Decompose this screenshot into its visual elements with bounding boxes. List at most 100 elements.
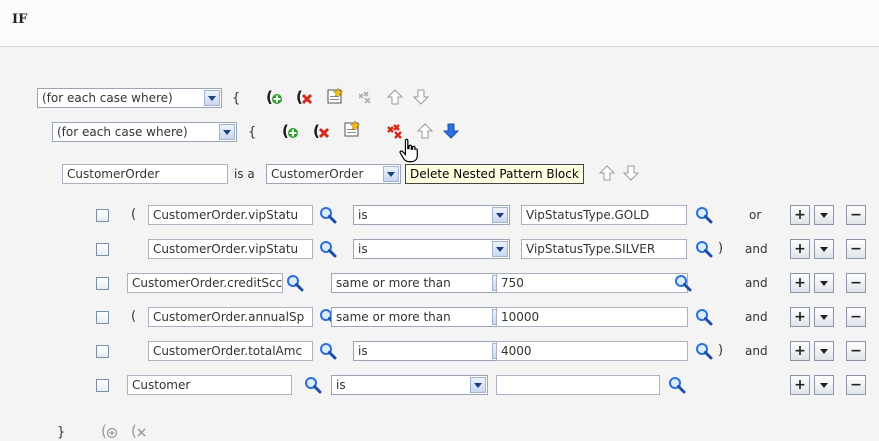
delete-parenthesis-icon[interactable] <box>295 88 313 106</box>
condition-field-value: CustomerOrder.vipStatu <box>153 242 299 256</box>
add-condition-button[interactable]: + <box>790 239 810 259</box>
pattern-type-select[interactable]: CustomerOrder <box>266 164 401 184</box>
magnifier-icon[interactable] <box>695 206 713 224</box>
condition-operator-value: same or more than <box>336 310 451 324</box>
caret-down-icon <box>820 247 828 252</box>
outer-block-mode-select[interactable]: (for each case where) <box>37 88 222 108</box>
arrow-down-icon[interactable] <box>442 122 460 140</box>
condition-field-value: CustomerOrder.creditScc <box>132 276 283 290</box>
condition-operator-select[interactable]: is <box>353 205 510 225</box>
condition-operator-select[interactable]: is <box>353 341 510 361</box>
magnifier-icon[interactable] <box>319 342 337 360</box>
caret-down-icon <box>820 281 828 286</box>
condition-value-input[interactable]: 750 <box>496 273 688 293</box>
pattern-variable-value: CustomerOrder <box>67 167 160 181</box>
add-parenthesis-icon[interactable] <box>265 88 283 106</box>
conjunction-label[interactable]: or <box>749 208 761 222</box>
magnifier-icon[interactable] <box>695 240 713 258</box>
condition-checkbox[interactable] <box>96 311 109 324</box>
chevron-down-icon[interactable] <box>492 207 508 223</box>
add-parenthesis-icon[interactable] <box>281 122 299 140</box>
chevron-down-icon[interactable] <box>219 124 235 140</box>
magnifier-icon[interactable] <box>695 342 713 360</box>
inner-block-mode-value: (for each case where) <box>57 125 188 139</box>
remove-condition-button[interactable]: − <box>846 273 866 293</box>
condition-checkbox[interactable] <box>96 243 109 256</box>
condition-field-input[interactable]: CustomerOrder.vipStatu <box>148 239 313 259</box>
condition-value-text: 4000 <box>501 344 532 358</box>
condition-value-input[interactable]: 4000 <box>496 341 688 361</box>
remove-condition-button[interactable]: − <box>846 307 866 327</box>
remove-condition-button[interactable]: − <box>846 341 866 361</box>
condition-value-input[interactable]: VipStatusType.SILVER <box>521 239 687 259</box>
add-condition-label: + <box>794 275 806 291</box>
add-condition-button[interactable]: + <box>790 273 810 293</box>
remove-condition-button[interactable]: − <box>846 239 866 259</box>
new-nested-block-icon[interactable] <box>343 120 361 138</box>
condition-checkbox[interactable] <box>96 277 109 290</box>
magnifier-icon[interactable] <box>304 376 322 394</box>
add-condition-button[interactable]: + <box>790 375 810 395</box>
condition-operator-select[interactable]: same or more than <box>331 307 510 327</box>
remove-condition-button[interactable]: − <box>846 205 866 225</box>
pattern-type-value: CustomerOrder <box>271 167 364 181</box>
remove-condition-label: − <box>850 309 862 325</box>
chevron-down-icon[interactable] <box>470 377 486 393</box>
remove-condition-label: − <box>850 207 862 223</box>
condition-menu-button[interactable] <box>814 341 834 361</box>
arrow-up-icon[interactable] <box>386 88 404 106</box>
add-condition-button[interactable]: + <box>790 307 810 327</box>
condition-field-value: CustomerOrder.annualSp <box>153 310 305 324</box>
condition-value-input[interactable]: VipStatusType.GOLD <box>521 205 687 225</box>
condition-value-input[interactable] <box>496 375 660 395</box>
condition-menu-button[interactable] <box>814 307 834 327</box>
condition-menu-button[interactable] <box>814 239 834 259</box>
magnifier-icon[interactable] <box>286 274 304 292</box>
tooltip: Delete Nested Pattern Block <box>405 164 584 184</box>
conjunction-label[interactable]: and <box>745 310 768 324</box>
add-parenthesis-icon[interactable] <box>100 422 118 440</box>
conjunction-label[interactable]: and <box>745 242 768 256</box>
condition-operator-select[interactable]: is <box>353 239 510 259</box>
add-condition-label: + <box>794 207 806 223</box>
remove-condition-label: − <box>850 241 862 257</box>
condition-checkbox[interactable] <box>96 345 109 358</box>
condition-value-input[interactable]: 10000 <box>496 307 688 327</box>
inner-block-mode-select[interactable]: (for each case where) <box>52 122 237 142</box>
conjunction-label[interactable]: and <box>745 344 768 358</box>
condition-operator-select[interactable]: same or more than <box>331 273 510 293</box>
condition-field-input[interactable]: CustomerOrder.annualSp <box>148 307 313 327</box>
condition-field-input[interactable]: CustomerOrder.creditScc <box>127 273 283 293</box>
condition-menu-button[interactable] <box>814 205 834 225</box>
magnifier-icon[interactable] <box>319 206 337 224</box>
condition-field-input[interactable]: Customer <box>127 375 292 395</box>
magnifier-icon[interactable] <box>319 240 337 258</box>
arrow-down-icon[interactable] <box>622 164 640 182</box>
condition-value-text: 750 <box>501 276 524 290</box>
magnifier-icon[interactable] <box>674 274 692 292</box>
condition-checkbox[interactable] <box>96 209 109 222</box>
condition-field-input[interactable]: CustomerOrder.vipStatu <box>148 205 313 225</box>
magnifier-icon[interactable] <box>668 376 686 394</box>
condition-operator-select[interactable]: is <box>331 375 488 395</box>
condition-field-input[interactable]: CustomerOrder.totalAmc <box>148 341 313 361</box>
delete-parenthesis-icon[interactable] <box>312 122 330 140</box>
add-condition-button[interactable]: + <box>790 341 810 361</box>
condition-checkbox[interactable] <box>96 379 109 392</box>
chevron-down-icon[interactable] <box>383 166 399 182</box>
pattern-variable-input[interactable]: CustomerOrder <box>62 164 228 184</box>
chevron-down-icon[interactable] <box>492 241 508 257</box>
condition-field-value: Customer <box>132 378 191 392</box>
conjunction-label[interactable]: and <box>745 276 768 290</box>
add-condition-label: + <box>794 343 806 359</box>
condition-menu-button[interactable] <box>814 375 834 395</box>
magnifier-icon[interactable] <box>695 308 713 326</box>
arrow-down-icon[interactable] <box>412 88 430 106</box>
add-condition-button[interactable]: + <box>790 205 810 225</box>
delete-parenthesis-icon[interactable] <box>130 422 148 440</box>
arrow-up-icon[interactable] <box>598 164 616 182</box>
condition-menu-button[interactable] <box>814 273 834 293</box>
new-nested-block-icon[interactable] <box>326 87 344 105</box>
chevron-down-icon[interactable] <box>204 90 220 106</box>
remove-condition-button[interactable]: − <box>846 375 866 395</box>
